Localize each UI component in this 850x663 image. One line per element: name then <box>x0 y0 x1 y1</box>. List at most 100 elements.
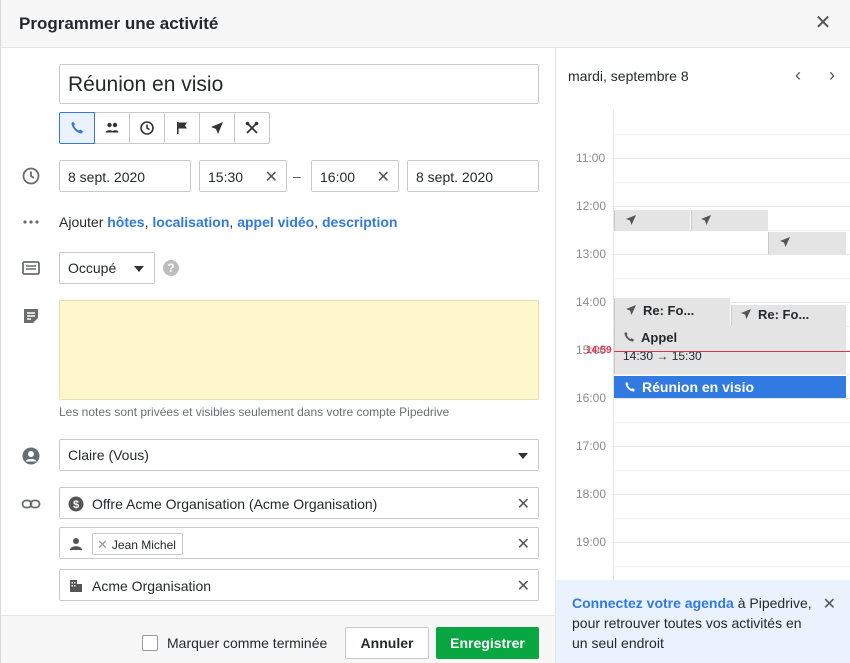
end-time-value: 16:00 <box>320 169 356 185</box>
add-location-link[interactable]: localisation <box>152 214 229 230</box>
type-meeting-button[interactable] <box>94 112 130 144</box>
activity-type-selector <box>59 112 270 144</box>
connect-calendar-link[interactable]: Connectez votre agenda <box>572 595 734 611</box>
calendar-event-current[interactable]: Réunion en visio <box>614 376 846 398</box>
remove-person-chip-icon[interactable]: ✕ <box>97 537 108 552</box>
send-icon <box>626 215 636 225</box>
half-hour-line <box>613 134 850 135</box>
schedule-activity-dialog: Programmer une activité ✕ Réunion en vis… <box>0 0 850 663</box>
hour-label: 11:00 <box>576 151 606 165</box>
send-icon <box>211 122 223 134</box>
chevron-left-icon[interactable]: ‹ <box>788 66 808 86</box>
busy-status-icon <box>21 258 41 278</box>
end-time-field[interactable]: 16:00 ✕ <box>311 160 399 192</box>
user-icon <box>21 446 41 466</box>
busy-select[interactable]: Occupé <box>59 252 155 284</box>
add-description-link[interactable]: description <box>322 214 397 230</box>
start-time-field[interactable]: 15:30 ✕ <box>199 160 287 192</box>
calendar-panel: mardi, septembre 8 ‹ › 11:00 12:00 13:00… <box>555 48 850 663</box>
close-icon[interactable]: ✕ <box>813 13 833 33</box>
event-title: Re: Fo... <box>758 307 810 322</box>
notes-textarea[interactable] <box>59 300 539 400</box>
hour-line <box>613 398 850 399</box>
event-title: Re: Fo... <box>643 303 695 318</box>
person-link-field[interactable]: ✕ Jean Michel ✕ <box>59 527 539 559</box>
cancel-button[interactable]: Annuler <box>345 627 429 659</box>
remove-organization-icon[interactable]: ✕ <box>517 576 530 596</box>
clear-start-time-icon[interactable]: ✕ <box>265 167 278 187</box>
type-task-button[interactable] <box>129 112 165 144</box>
current-time-line <box>614 351 850 352</box>
phone-icon <box>71 121 83 134</box>
hour-label: 14:00 <box>576 295 607 309</box>
dialog-footer: Marquer comme terminée Annuler Enregistr… <box>1 615 555 663</box>
chevron-down-icon <box>134 266 144 272</box>
building-icon <box>70 580 82 592</box>
end-date-field[interactable]: 8 sept. 2020 <box>407 160 539 192</box>
send-icon <box>780 237 790 247</box>
hour-line <box>613 158 850 159</box>
event-title: Réunion en visio <box>642 379 755 395</box>
remove-deal-icon[interactable]: ✕ <box>517 494 530 514</box>
hour-label: 16:00 <box>576 391 607 405</box>
cutlery-icon <box>245 121 259 134</box>
organization-link-field[interactable]: Acme Organisation ✕ <box>59 569 539 601</box>
clock-icon <box>140 121 154 135</box>
add-prefix: Ajouter <box>59 214 104 230</box>
note-icon <box>21 306 41 326</box>
half-hour-line <box>613 566 850 567</box>
calendar-event-email[interactable] <box>691 210 768 231</box>
save-button[interactable]: Enregistrer <box>436 627 539 659</box>
connect-calendar-banner: Connectez votre agenda à Pipedrive, pour… <box>556 580 850 663</box>
calendar-event-email[interactable]: Re: Fo... <box>614 298 730 326</box>
hour-label: 13:00 <box>576 247 607 261</box>
add-separator: , <box>144 214 149 230</box>
dialog-header: Programmer une activité ✕ <box>1 0 850 48</box>
type-email-button[interactable] <box>199 112 235 144</box>
busy-value: Occupé <box>68 260 117 276</box>
half-hour-line <box>613 518 850 519</box>
phone-icon <box>625 382 635 392</box>
mark-done-checkbox[interactable] <box>142 635 158 651</box>
start-date-field[interactable]: 8 sept. 2020 <box>59 160 191 192</box>
mark-done-label[interactable]: Marquer comme terminée <box>167 635 327 651</box>
add-video-call-link[interactable]: appel vidéo <box>237 214 314 230</box>
calendar-day-view[interactable]: 11:00 12:00 13:00 14:00 15:00 16:00 17:0… <box>556 110 850 580</box>
dollar-icon: $ <box>68 496 84 512</box>
help-icon[interactable]: ? <box>163 260 179 276</box>
send-icon <box>626 305 636 315</box>
clock-icon <box>21 166 41 186</box>
type-lunch-button[interactable] <box>234 112 270 144</box>
remove-person-icon[interactable]: ✕ <box>517 534 530 554</box>
person-icon <box>70 538 82 550</box>
hour-label: 17:00 <box>576 439 607 453</box>
half-hour-line <box>613 422 850 423</box>
organization-link-value: Acme Organisation <box>92 578 212 594</box>
start-date-value: 8 sept. 2020 <box>68 169 146 185</box>
promo-text: Connectez votre agenda à Pipedrive, pour… <box>572 593 820 653</box>
add-separator: , <box>229 214 234 230</box>
calendar-event-email[interactable] <box>614 210 690 231</box>
type-call-button[interactable] <box>59 112 95 144</box>
phone-icon <box>624 332 634 342</box>
owner-value: Claire (Vous) <box>68 447 149 463</box>
clear-end-time-icon[interactable]: ✕ <box>377 167 390 187</box>
hour-line <box>613 494 850 495</box>
subject-input[interactable]: Réunion en visio <box>59 64 539 104</box>
person-chip: ✕ Jean Michel <box>92 533 183 555</box>
calendar-event-email[interactable] <box>768 232 846 254</box>
calendar-event-call[interactable]: Appel 14:30 → 15:30 <box>614 326 846 374</box>
calendar-event-email[interactable]: Re: Fo... <box>731 305 846 326</box>
type-deadline-button[interactable] <box>164 112 200 144</box>
hour-line <box>613 206 850 207</box>
link-icon <box>21 494 41 514</box>
half-hour-line <box>613 470 850 471</box>
close-banner-icon[interactable]: ✕ <box>823 594 836 614</box>
start-time-value: 15:30 <box>208 169 244 185</box>
deal-link-field[interactable]: $ Offre Acme Organisation (Acme Organisa… <box>59 487 539 519</box>
owner-select[interactable]: Claire (Vous) <box>59 439 539 471</box>
chevron-right-icon[interactable]: › <box>822 66 842 86</box>
add-guests-link[interactable]: hôtes <box>107 214 144 230</box>
hour-line <box>613 446 850 447</box>
add-separator: , <box>314 214 319 230</box>
